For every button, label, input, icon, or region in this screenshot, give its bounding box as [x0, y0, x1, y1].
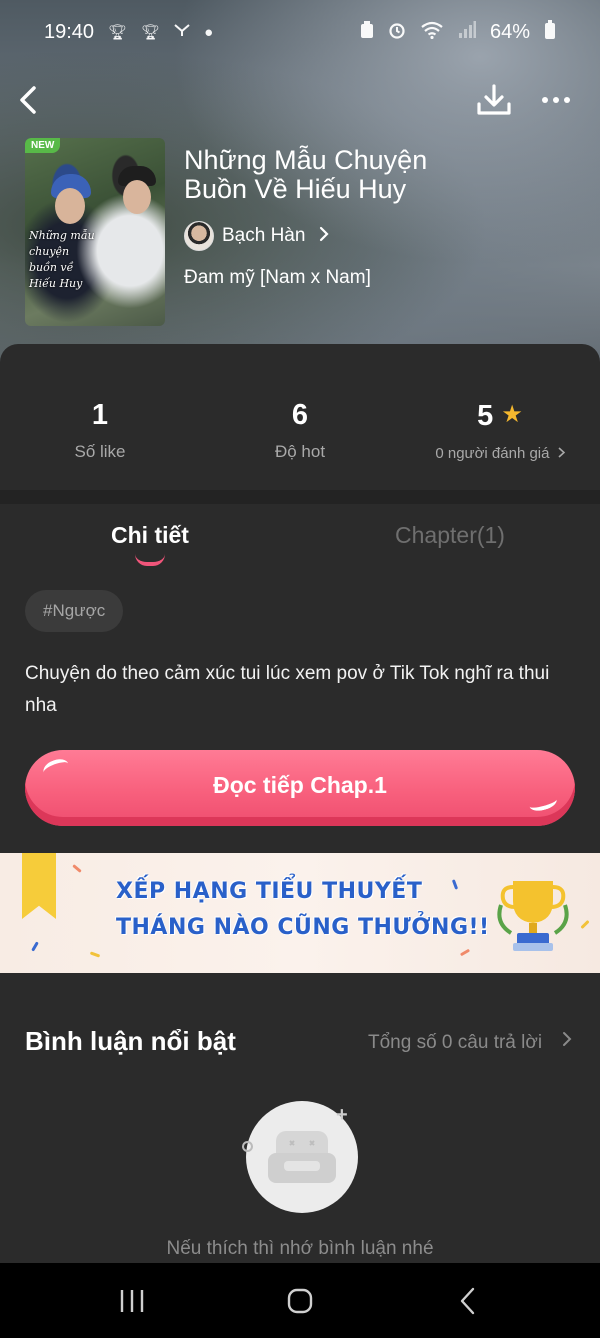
story-description: Chuyện do theo cảm xúc tui lúc xem pov ở… [25, 663, 550, 716]
author-link[interactable]: Bạch Hàn [184, 220, 330, 252]
battery-level: 64% [489, 20, 530, 43]
battery-icon [544, 20, 556, 44]
author-avatar [184, 221, 214, 251]
likes-count: 1 [91, 399, 109, 431]
back-button[interactable] [8, 80, 48, 120]
empty-comments-text: Nếu thích thì nhớ bình luận nhé [166, 1238, 434, 1259]
status-bar: 19:40 🏆︎ 🏆︎ ● 64% [0, 0, 600, 64]
recent-apps-icon [120, 1290, 144, 1312]
trophy-icon: 🏆︎ [141, 24, 161, 41]
hot-label: Độ hot [274, 442, 326, 461]
alarm-icon [388, 21, 406, 43]
rating-value: 5 [477, 400, 494, 432]
system-back-button[interactable] [438, 1279, 498, 1323]
hot-stat: 6 Độ hot [200, 398, 400, 462]
banner-line-1: XẾP HẠNG TIỂU THUYẾT [116, 879, 423, 904]
status-time: 19:40 [44, 20, 95, 43]
home-icon [287, 1288, 313, 1314]
comments-title: Bình luận nổi bật [25, 1026, 236, 1056]
tab-bar: Chi tiết Chapter(1) [0, 504, 600, 574]
story-cover[interactable]: Những mẫu chuyện buồn về Hiếu Huy NEW [25, 138, 165, 326]
download-button[interactable] [472, 78, 516, 122]
plus-decoration: + [336, 1104, 348, 1126]
likes-label: Số like [74, 442, 126, 461]
top-navigation [0, 70, 600, 130]
chevron-right-icon[interactable] [562, 1030, 572, 1053]
section-divider [0, 490, 600, 504]
hot-count: 6 [291, 399, 309, 431]
tab-indicator [135, 554, 165, 566]
trophy-icon [497, 881, 569, 951]
story-title: Những Mẫu Chuyện Buồn Về Hiếu Huy [184, 145, 428, 204]
battery-saver-icon [360, 21, 374, 43]
wifi-icon [420, 21, 444, 43]
tab-details[interactable]: Chi tiết [0, 520, 300, 550]
rating-stat[interactable]: 5 ★ 0 người đánh giá [400, 398, 600, 462]
author-name: Bạch Hàn [222, 225, 306, 246]
download-icon [477, 84, 511, 115]
chevron-right-icon [558, 445, 565, 462]
chevron-right-icon [319, 226, 330, 247]
continue-reading-button[interactable]: Đọc tiếp Chap.1 [25, 750, 575, 826]
more-dots-icon [542, 97, 548, 103]
rating-count-label: 0 người đánh giá [435, 445, 550, 462]
more-options-button[interactable] [534, 78, 578, 122]
ring-decoration [242, 1141, 253, 1152]
stats-panel: 1 Số like 6 Độ hot 5 ★ 0 người đánh giá [0, 344, 600, 490]
ranking-banner[interactable]: XẾP HẠNG TIỂU THUYẾT THÁNG NÀO CŨNG THƯỞ… [0, 853, 600, 973]
comments-total-link[interactable]: Tổng số 0 câu trả lời [368, 1032, 542, 1054]
banner-line-2: THÁNG NÀO CŨNG THƯỞNG!! [116, 915, 490, 940]
back-arrow-icon [20, 86, 36, 114]
new-badge: NEW [25, 138, 61, 153]
likes-stat: 1 Số like [0, 398, 200, 462]
tab-chapters[interactable]: Chapter(1) [300, 520, 600, 550]
story-genre: Đam mỹ [Nam x Nam] [184, 267, 371, 288]
recent-apps-button[interactable] [102, 1279, 162, 1323]
cover-title-text: Những mẫu chuyện buồn về Hiếu Huy [29, 229, 95, 290]
app-icon [174, 23, 190, 41]
home-button[interactable] [270, 1279, 330, 1323]
ribbon-icon [22, 853, 56, 919]
star-icon: ★ [501, 401, 523, 428]
system-navigation-bar [0, 1263, 600, 1338]
tag-chip[interactable]: #Ngược [25, 590, 124, 632]
dot-icon: ● [204, 23, 214, 41]
back-icon [460, 1287, 475, 1315]
signal-icon [458, 21, 476, 43]
trophy-icon: 🏆︎ [108, 24, 128, 41]
continue-reading-label: Đọc tiếp Chap.1 [213, 771, 387, 798]
